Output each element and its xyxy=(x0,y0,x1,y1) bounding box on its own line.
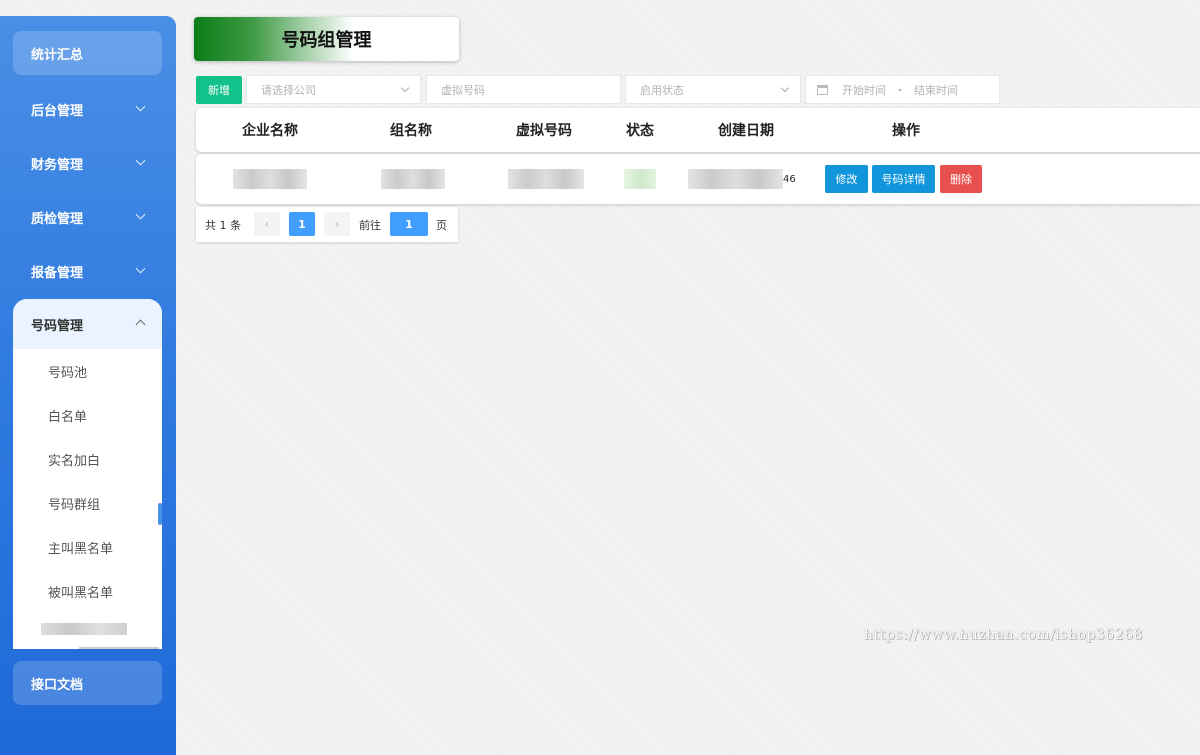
company-select[interactable]: 请选择公司 xyxy=(246,75,421,104)
pagination: 共 1 条 ‹ 1 › 前往 1 页 xyxy=(196,207,458,242)
sidebar-subitem-obscured[interactable] xyxy=(41,623,127,635)
column-header-group-name: 组名称 xyxy=(390,123,432,139)
number-details-button-label: 号码详情 xyxy=(881,173,926,186)
cell-group-name xyxy=(381,154,445,204)
sidebar-item-label: 财务管理 xyxy=(31,157,84,173)
sidebar-item-finance-management[interactable]: 财务管理 xyxy=(13,143,162,183)
edit-button[interactable]: 修改 xyxy=(825,165,868,193)
sidebar-item-quality-management[interactable]: 质检管理 xyxy=(13,197,162,237)
next-page-button[interactable]: › xyxy=(324,212,350,236)
cell-create-date: 46 xyxy=(688,154,796,204)
create-date-suffix: 46 xyxy=(783,173,796,185)
sidebar-item-label: 号码管理 xyxy=(31,318,84,334)
sidebar-subitem-label: 号码池 xyxy=(48,365,88,381)
date-range-picker[interactable]: 开始时间 - 结束时间 xyxy=(805,75,1000,104)
chevron-down-icon xyxy=(135,209,146,220)
sidebar-subitem-number-group[interactable]: 号码群组 xyxy=(13,481,162,525)
obscured-value xyxy=(233,169,307,189)
sidebar: 统计汇总 后台管理 财务管理 质检管理 报备管理 号码管理 号码池 白名单 实名… xyxy=(0,16,176,755)
sidebar-item-api-docs[interactable]: 接口文档 xyxy=(13,661,162,705)
sidebar-item-number-management[interactable]: 号码管理 xyxy=(13,299,162,349)
sidebar-submenu-number-management: 号码管理 号码池 白名单 实名加白 号码群组 主叫黑名单 被叫黑名单 xyxy=(13,299,162,649)
end-time-placeholder: 结束时间 xyxy=(913,83,958,97)
cell-virtual-number xyxy=(508,154,584,204)
obscured-value xyxy=(508,169,584,189)
chevron-down-icon xyxy=(400,83,410,93)
sidebar-item-label: 后台管理 xyxy=(31,103,84,119)
range-separator: - xyxy=(898,83,902,96)
watermark: https://www.huzhan.com/ishop36268 xyxy=(864,627,1143,643)
cell-status xyxy=(624,154,656,204)
sidebar-item-stats-summary[interactable]: 统计汇总 xyxy=(13,31,162,75)
company-select-placeholder: 请选择公司 xyxy=(261,83,316,97)
column-header-virtual-number: 虚拟号码 xyxy=(516,123,572,139)
delete-button[interactable]: 删除 xyxy=(940,165,982,193)
page-number-label: 1 xyxy=(298,217,306,231)
sidebar-subitem-realname-whitelist[interactable]: 实名加白 xyxy=(13,437,162,481)
sidebar-item-label: 接口文档 xyxy=(31,677,84,693)
obscured-value xyxy=(381,169,445,189)
chevron-up-icon xyxy=(135,319,146,330)
goto-page-input[interactable]: 1 xyxy=(390,212,428,236)
chevron-down-icon xyxy=(135,155,146,166)
sidebar-subitem-label: 主叫黑名单 xyxy=(48,541,114,557)
start-time-placeholder: 开始时间 xyxy=(842,83,886,97)
chevron-down-icon xyxy=(135,101,146,112)
chevron-down-icon xyxy=(780,83,790,93)
prev-page-button[interactable]: ‹ xyxy=(254,212,280,236)
scrollbar[interactable] xyxy=(79,647,159,649)
sidebar-subitem-callee-blacklist[interactable]: 被叫黑名单 xyxy=(13,569,162,613)
column-header-company: 企业名称 xyxy=(242,123,298,139)
obscured-value xyxy=(624,169,656,189)
column-header-actions: 操作 xyxy=(892,123,920,139)
sidebar-item-label: 报备管理 xyxy=(31,265,84,281)
add-button-label: 新增 xyxy=(208,84,230,97)
sidebar-subitem-label: 号码群组 xyxy=(48,497,101,513)
sidebar-subitem-number-pool[interactable]: 号码池 xyxy=(13,349,162,393)
sidebar-subitem-caller-blacklist[interactable]: 主叫黑名单 xyxy=(13,525,162,569)
chevron-left-icon: ‹ xyxy=(264,217,270,231)
sidebar-item-backend-management[interactable]: 后台管理 xyxy=(13,89,162,129)
goto-label: 前往 xyxy=(359,218,381,232)
add-button[interactable]: 新增 xyxy=(196,76,242,104)
obscured-value xyxy=(688,169,783,189)
sidebar-item-label: 质检管理 xyxy=(31,211,84,227)
table-row: 46 修改 号码详情 删除 xyxy=(196,154,1200,204)
sidebar-subitem-whitelist[interactable]: 白名单 xyxy=(13,393,162,437)
cell-company xyxy=(233,154,307,204)
table-header: 企业名称 组名称 虚拟号码 状态 创建日期 操作 xyxy=(196,108,1200,152)
chevron-down-icon xyxy=(135,263,146,274)
goto-page-value: 1 xyxy=(405,217,413,231)
status-select[interactable]: 启用状态 xyxy=(625,75,801,104)
pagination-total: 共 1 条 xyxy=(205,218,241,232)
virtual-number-placeholder: 虚拟号码 xyxy=(441,83,485,97)
sidebar-subitem-label: 实名加白 xyxy=(48,453,101,469)
column-header-status: 状态 xyxy=(626,123,654,139)
page-title: 号码组管理 xyxy=(194,17,459,61)
page-number-1[interactable]: 1 xyxy=(289,212,315,236)
sidebar-subitem-label: 白名单 xyxy=(48,409,88,425)
page-title-text: 号码组管理 xyxy=(281,30,372,51)
status-select-placeholder: 启用状态 xyxy=(640,83,684,97)
delete-button-label: 删除 xyxy=(950,173,972,186)
page-unit-label: 页 xyxy=(436,218,447,232)
sidebar-subitem-label: 被叫黑名单 xyxy=(48,585,114,601)
sidebar-item-report-management[interactable]: 报备管理 xyxy=(13,251,162,291)
number-details-button[interactable]: 号码详情 xyxy=(872,165,935,193)
chevron-right-icon: › xyxy=(334,217,340,231)
active-indicator xyxy=(158,503,162,525)
edit-button-label: 修改 xyxy=(835,173,858,186)
calendar-icon xyxy=(817,84,828,95)
column-header-create-date: 创建日期 xyxy=(718,123,774,139)
virtual-number-input[interactable]: 虚拟号码 xyxy=(426,75,621,104)
sidebar-item-label: 统计汇总 xyxy=(31,47,84,63)
